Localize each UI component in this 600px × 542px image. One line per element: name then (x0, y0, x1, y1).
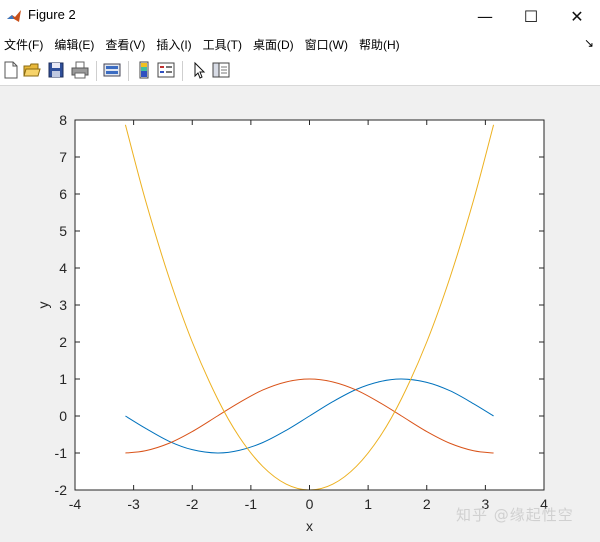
y-tick-label: -2 (55, 482, 68, 498)
y-tick-label: 4 (59, 260, 67, 276)
x-tick-label: -2 (186, 496, 199, 512)
x-tick-label: 2 (423, 496, 431, 512)
menu-bar: 文件(F) 编辑(E) 查看(V) 插入(I) 工具(T) 桌面(D) 窗口(W… (0, 32, 600, 56)
insert-legend-icon[interactable] (157, 61, 175, 79)
open-file-icon[interactable] (23, 61, 41, 79)
x-tick-label: -4 (69, 496, 82, 512)
matlab-logo-icon (6, 8, 22, 24)
new-figure-icon[interactable] (2, 61, 20, 79)
toolbar-separator (182, 61, 183, 81)
y-tick-label: 2 (59, 334, 67, 350)
save-icon[interactable] (47, 61, 65, 79)
x-tick-label: 0 (306, 496, 314, 512)
y-tick-label: 7 (59, 149, 67, 165)
menu-tools[interactable]: 工具(T) (199, 36, 249, 53)
title-bar: Figure 2 — ☐ ✕ (0, 0, 600, 32)
close-icon: ✕ (570, 6, 584, 26)
minimize-icon: — (477, 6, 493, 26)
y-tick-label: 3 (59, 297, 67, 313)
menu-window[interactable]: 窗口(W) (301, 36, 355, 53)
x-tick-label: 1 (364, 496, 372, 512)
figure-canvas: -4 -3 -2 -1 0 1 2 3 4 -2 -1 0 1 2 3 4 5 6 7 8 x y (0, 86, 600, 538)
menu-help[interactable]: 帮助(H) (355, 36, 407, 53)
minimize-button[interactable]: — (462, 0, 508, 32)
window-title: Figure 2 (28, 7, 76, 22)
edit-plot-arrow-icon[interactable] (190, 61, 208, 79)
dock-arrow-icon[interactable]: ↘ (584, 36, 594, 50)
y-tick-label: 8 (59, 112, 67, 128)
toolbar (0, 56, 600, 86)
toolbar-separator (128, 61, 129, 81)
x-tick-label: -3 (127, 496, 140, 512)
toolbar-separator (96, 61, 97, 81)
print-icon[interactable] (71, 61, 89, 79)
y-axis-label: y (35, 302, 51, 309)
menu-file[interactable]: 文件(F) (0, 36, 50, 53)
y-tick-label: -1 (55, 445, 68, 461)
menu-edit[interactable]: 编辑(E) (50, 36, 101, 53)
insert-colorbar-icon[interactable] (135, 61, 153, 79)
menu-view[interactable]: 查看(V) (101, 36, 152, 53)
y-tick-label: 5 (59, 223, 67, 239)
y-tick-label: 0 (59, 408, 67, 424)
link-plot-icon[interactable] (103, 61, 121, 79)
close-button[interactable]: ✕ (554, 0, 600, 32)
x-tick-label: -1 (245, 496, 258, 512)
axes-background (75, 120, 544, 490)
y-tick-label: 1 (59, 371, 67, 387)
maximize-button[interactable]: ☐ (508, 0, 554, 32)
menu-insert[interactable]: 插入(I) (152, 36, 198, 53)
y-tick-label: 6 (59, 186, 67, 202)
menu-desktop[interactable]: 桌面(D) (249, 36, 301, 53)
property-inspector-icon[interactable] (212, 61, 230, 79)
watermark: 知乎 @缘起性空 (456, 506, 574, 524)
maximize-icon: ☐ (523, 6, 539, 26)
line-chart: -4 -3 -2 -1 0 1 2 3 4-2-1012345678 x y (35, 112, 548, 534)
x-axis-label: x (306, 518, 313, 534)
